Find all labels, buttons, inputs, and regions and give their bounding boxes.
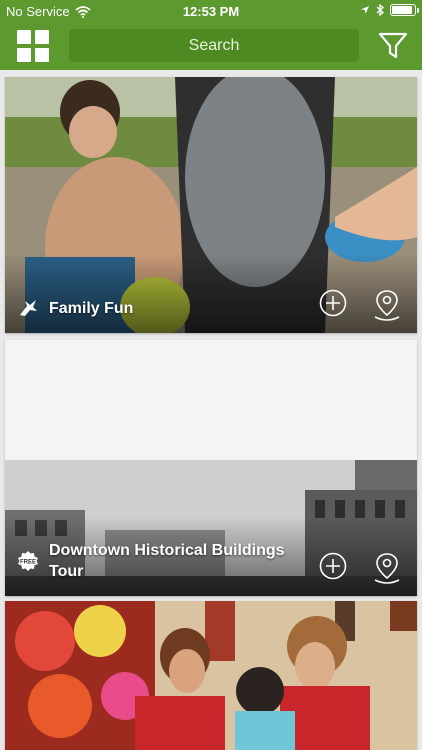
map-pin-icon[interactable]: [373, 289, 401, 321]
plus-circle-icon[interactable]: [319, 552, 347, 580]
location-arrow-icon: [361, 6, 369, 14]
search-button[interactable]: Search: [69, 29, 359, 62]
card-title: Downtown Historical Buildings Tour: [49, 542, 285, 580]
event-card-family-fun[interactable]: Family Fun: [5, 77, 417, 333]
plus-circle-icon[interactable]: [319, 289, 347, 317]
map-pin-icon[interactable]: [373, 552, 401, 584]
battery-icon: [390, 4, 419, 16]
free-badge-icon: FREE: [18, 551, 38, 571]
family-fun-icon: [20, 300, 37, 316]
free-badge-text: FREE: [20, 560, 36, 566]
event-card-downtown-tour[interactable]: FREE Downtown Historical Buildings Tour: [5, 340, 417, 596]
status-time: 12:53 PM: [182, 4, 240, 19]
card-gradient: [5, 253, 417, 333]
card-title: Family Fun: [49, 299, 134, 317]
event-card-art-gallery[interactable]: [5, 601, 417, 750]
card-title-row: Family Fun: [17, 297, 133, 319]
status-bar: No Service 12:53 PM: [0, 0, 422, 22]
events-feed[interactable]: Family Fun FREE Downtown Historical Buil…: [0, 70, 422, 750]
battery-fill: [392, 6, 412, 14]
card-title-row: FREE Downtown Historical Buildings Tour: [17, 540, 299, 582]
grid-menu-icon[interactable]: [17, 30, 49, 62]
filter-icon[interactable]: [378, 32, 408, 60]
art-gallery-photo: [5, 601, 417, 750]
bluetooth-icon: [376, 4, 384, 16]
top-navbar: Search: [0, 22, 422, 70]
status-right: [360, 4, 419, 16]
